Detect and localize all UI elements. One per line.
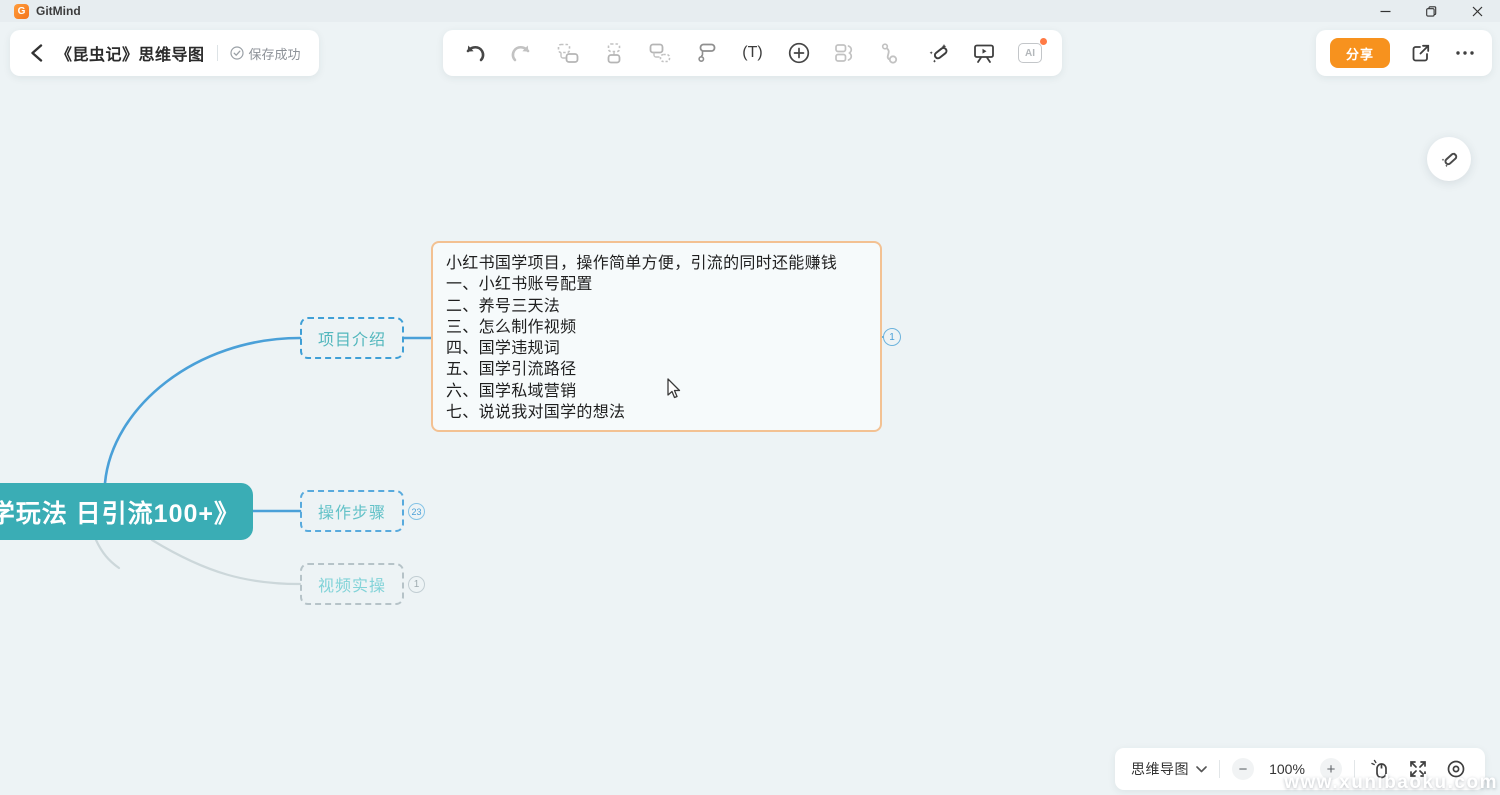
check-circle-icon xyxy=(230,46,244,60)
insert-child-node-button[interactable] xyxy=(594,34,634,72)
back-chevron-icon xyxy=(30,44,43,62)
fit-screen-button[interactable] xyxy=(1405,756,1431,782)
text-tool-button[interactable]: (T) xyxy=(733,34,773,72)
plus-circle-icon xyxy=(788,42,810,64)
minimize-icon xyxy=(1380,6,1391,17)
summary-icon xyxy=(833,42,857,64)
branch-video-label: 视频实操 xyxy=(318,572,386,596)
insert-sibling-node-button[interactable] xyxy=(548,34,588,72)
collapse-badge-video[interactable]: 1 xyxy=(408,576,425,593)
edge-root-stub xyxy=(96,540,119,568)
beautify-wand-icon xyxy=(1437,147,1461,171)
insert-button[interactable] xyxy=(779,34,819,72)
map-type-dropdown[interactable]: 思维导图 xyxy=(1131,759,1207,779)
more-dots-icon xyxy=(1455,50,1475,56)
detail-line: 一、小红书账号配置 xyxy=(446,274,870,295)
format-painter-button[interactable] xyxy=(686,34,726,72)
back-button[interactable] xyxy=(24,41,48,65)
chevron-down-icon xyxy=(1196,766,1207,773)
redo-button[interactable] xyxy=(501,34,541,72)
branch-node-steps[interactable]: 操作步骤 xyxy=(300,490,404,532)
collapse-badge-steps[interactable]: 23 xyxy=(408,503,425,520)
detail-line: 五、国学引流路径 xyxy=(446,359,870,380)
focus-view-button[interactable] xyxy=(1443,756,1469,782)
eye-icon xyxy=(1446,759,1466,779)
zoom-level: 100% xyxy=(1266,761,1308,777)
save-status-text: 保存成功 xyxy=(249,44,301,63)
insert-note-node-icon xyxy=(648,42,672,64)
magic-wand-icon xyxy=(926,41,950,65)
presentation-icon xyxy=(972,42,996,64)
share-card: 分享 xyxy=(1316,30,1492,76)
fit-screen-icon xyxy=(1408,759,1428,779)
edge-root-to-intro xyxy=(105,338,300,483)
external-link-icon xyxy=(1411,43,1431,63)
branch-node-video[interactable]: 视频实操 xyxy=(300,563,404,605)
mouse-icon xyxy=(1370,759,1390,779)
insert-child-node-icon xyxy=(602,42,626,64)
ai-button[interactable]: AI xyxy=(1010,34,1050,72)
relation-line-icon xyxy=(880,42,902,64)
detail-line: 四、国学违规词 xyxy=(446,338,870,359)
document-card: 《昆虫记》思维导图 保存成功 xyxy=(10,30,319,76)
branch-node-intro[interactable]: 项目介绍 xyxy=(300,317,404,359)
restore-button[interactable] xyxy=(1408,0,1454,22)
map-type-label: 思维导图 xyxy=(1131,759,1189,779)
collapse-badge-detail[interactable]: 1 xyxy=(883,328,901,346)
ai-icon: AI xyxy=(1018,43,1042,63)
export-button[interactable] xyxy=(1408,34,1434,72)
insert-note-node-button[interactable] xyxy=(640,34,680,72)
beautify-button[interactable] xyxy=(1427,137,1471,181)
edge-root-to-video xyxy=(152,540,300,584)
redo-icon xyxy=(510,43,532,63)
zoom-out-button[interactable]: − xyxy=(1232,758,1254,780)
gitmind-logo-icon: G xyxy=(14,4,29,19)
divider xyxy=(1354,760,1355,778)
divider xyxy=(1219,760,1220,778)
detail-line: 三、怎么制作视频 xyxy=(446,317,870,338)
magic-wand-button[interactable] xyxy=(918,34,958,72)
document-title[interactable]: 《昆虫记》思维导图 xyxy=(56,41,205,65)
root-node-label: 学玩法 日引流100+》 xyxy=(0,494,240,530)
format-painter-icon xyxy=(695,42,717,64)
share-button[interactable]: 分享 xyxy=(1330,38,1390,68)
ai-notification-dot xyxy=(1040,38,1047,45)
detail-line: 六、国学私域营销 xyxy=(446,381,870,402)
branch-intro-label: 项目介绍 xyxy=(318,326,386,350)
bottom-bar: 思维导图 − 100% + xyxy=(1115,748,1485,790)
toolbar: (T) AI xyxy=(443,30,1062,76)
branch-steps-label: 操作步骤 xyxy=(318,499,386,523)
detail-node[interactable]: 小红书国学项目，操作简单方便，引流的同时还能赚钱一、小红书账号配置二、养号三天法… xyxy=(431,241,882,432)
root-node[interactable]: 学玩法 日引流100+》 xyxy=(0,483,253,540)
insert-sibling-node-icon xyxy=(556,42,580,64)
close-icon xyxy=(1472,6,1483,17)
restore-icon xyxy=(1426,6,1437,17)
window-controls xyxy=(1362,0,1500,22)
detail-line: 小红书国学项目，操作简单方便，引流的同时还能赚钱 xyxy=(446,253,870,274)
more-menu-button[interactable] xyxy=(1452,34,1478,72)
mouse-mode-button[interactable] xyxy=(1367,756,1393,782)
undo-button[interactable] xyxy=(455,34,495,72)
zoom-in-button[interactable]: + xyxy=(1320,758,1342,780)
save-status: 保存成功 xyxy=(230,44,301,63)
text-tool-icon: (T) xyxy=(742,44,762,62)
minimize-button[interactable] xyxy=(1362,0,1408,22)
app-name: GitMind xyxy=(36,4,81,18)
title-bar: G GitMind xyxy=(0,0,1500,22)
summary-button[interactable] xyxy=(825,34,865,72)
relation-line-button[interactable] xyxy=(871,34,911,72)
detail-line: 二、养号三天法 xyxy=(446,296,870,317)
divider xyxy=(217,45,218,61)
undo-icon xyxy=(464,43,486,63)
presentation-button[interactable] xyxy=(964,34,1004,72)
close-button[interactable] xyxy=(1454,0,1500,22)
detail-line: 七、说说我对国学的想法 xyxy=(446,402,870,423)
